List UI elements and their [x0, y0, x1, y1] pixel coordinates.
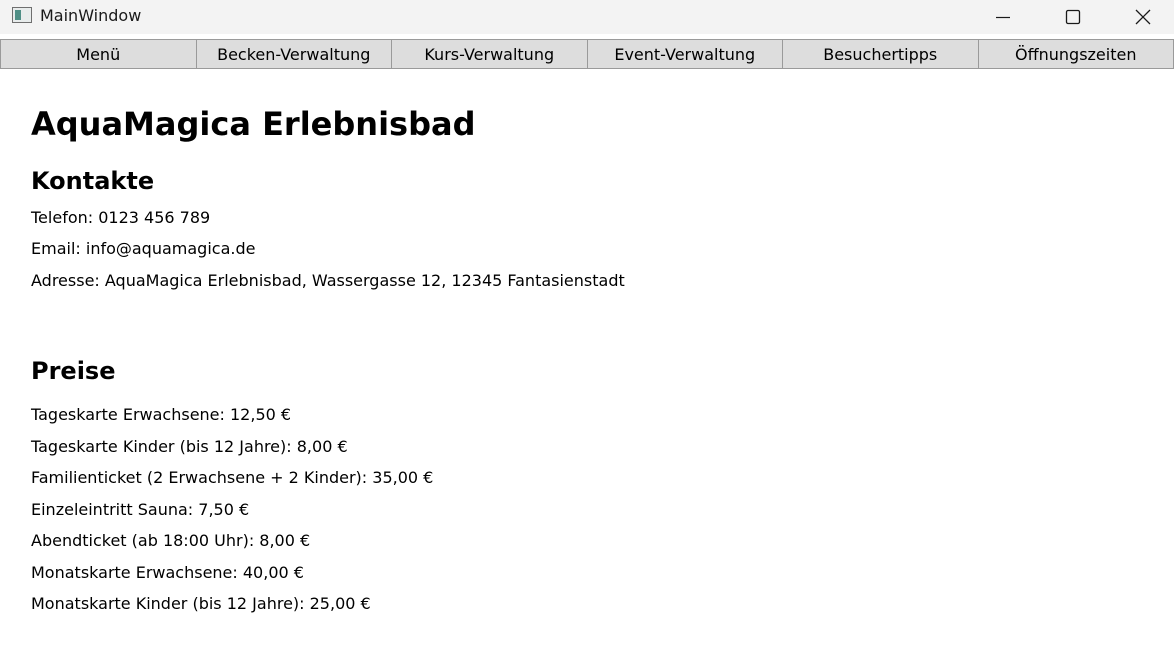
- window-app-icon[interactable]: [12, 7, 32, 23]
- contact-email: Email: info@aquamagica.de: [31, 239, 256, 258]
- close-button[interactable]: [1108, 0, 1174, 34]
- minimize-icon: [996, 16, 1010, 19]
- window-title: MainWindow: [40, 6, 142, 25]
- contact-phone: Telefon: 0123 456 789: [31, 208, 211, 227]
- main-window: MainWindow Menü Becken-Verwaltung Kurs-V…: [0, 0, 1174, 655]
- app-icon-pane: [15, 10, 21, 20]
- price-item: Einzeleintritt Sauna: 7,50 €: [31, 500, 250, 519]
- price-item: Monatskarte Kinder (bis 12 Jahre): 25,00…: [31, 594, 371, 613]
- contacts-heading: Kontakte: [31, 167, 155, 195]
- tab-menu[interactable]: Menü: [0, 39, 196, 69]
- navigation-tab-bar: Menü Becken-Verwaltung Kurs-Verwaltung E…: [0, 39, 1174, 69]
- prices-heading: Preise: [31, 357, 116, 385]
- price-item: Monatskarte Erwachsene: 40,00 €: [31, 563, 304, 582]
- maximize-button[interactable]: [1038, 0, 1108, 34]
- title-bar[interactable]: MainWindow: [0, 0, 1174, 34]
- tab-becken-verwaltung[interactable]: Becken-Verwaltung: [195, 39, 391, 69]
- tab-besuchertipps[interactable]: Besuchertipps: [782, 39, 978, 69]
- price-item: Familienticket (2 Erwachsene + 2 Kinder)…: [31, 468, 434, 487]
- tab-kurs-verwaltung[interactable]: Kurs-Verwaltung: [391, 39, 587, 69]
- price-item: Abendticket (ab 18:00 Uhr): 8,00 €: [31, 531, 311, 550]
- page-title: AquaMagica Erlebnisbad: [31, 105, 476, 143]
- price-item: Tageskarte Erwachsene: 12,50 €: [31, 405, 292, 424]
- tab-event-verwaltung[interactable]: Event-Verwaltung: [586, 39, 782, 69]
- price-item: Tageskarte Kinder (bis 12 Jahre): 8,00 €: [31, 437, 348, 456]
- maximize-icon: [1065, 9, 1081, 25]
- tab-oeffnungszeiten[interactable]: Öffnungszeiten: [977, 39, 1174, 69]
- close-icon: [1135, 9, 1151, 25]
- contact-address: Adresse: AquaMagica Erlebnisbad, Wasserg…: [31, 271, 625, 290]
- minimize-button[interactable]: [968, 0, 1038, 34]
